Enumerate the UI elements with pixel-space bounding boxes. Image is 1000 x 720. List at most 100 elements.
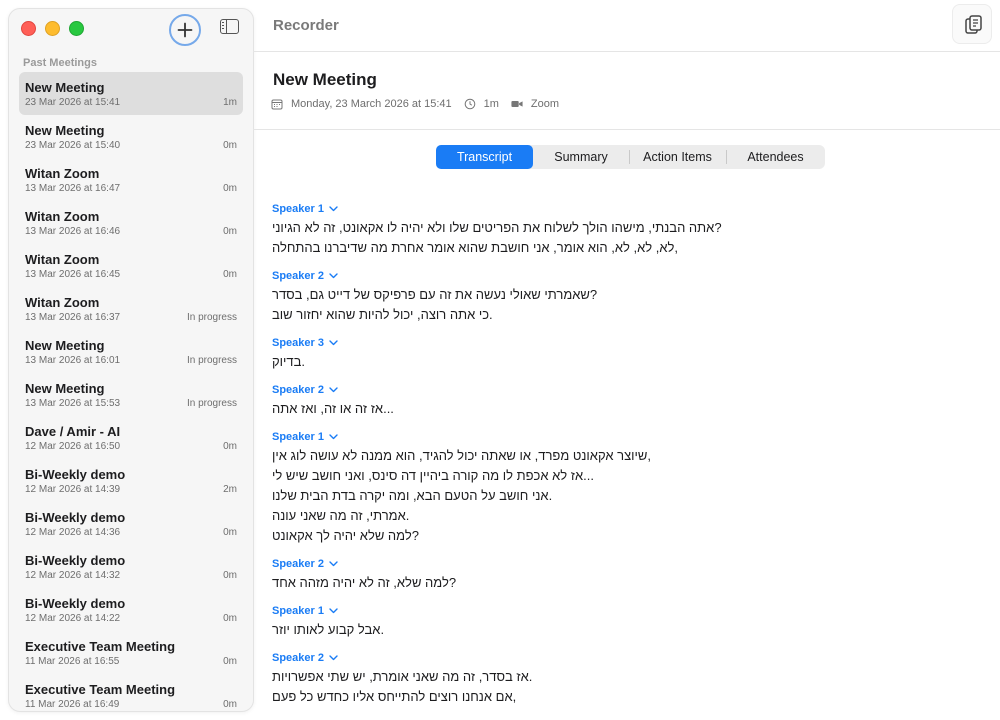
- tab-action-items[interactable]: Action Items: [629, 145, 726, 169]
- copy-button[interactable]: [952, 4, 992, 44]
- meeting-meta: Monday, 23 March 2026 at 15:41 1m Zoom: [271, 98, 571, 110]
- transcript-segment: Speaker 1 שיוצר אקאונט מפרד, או שאתה יכול…: [272, 428, 722, 546]
- meeting-item-date: 11 Mar 2026 at 16:55: [25, 656, 120, 667]
- speaker-dropdown[interactable]: Speaker 1: [272, 200, 722, 218]
- tab-attendees[interactable]: Attendees: [726, 145, 825, 169]
- meeting-list-item[interactable]: Witan Zoom 13 Mar 2026 at 16:37 In progres…: [19, 287, 243, 330]
- meeting-title: New Meeting: [273, 70, 377, 89]
- transcript-line: אז זה או זה, ואז אתה...: [272, 401, 394, 416]
- meeting-item-date: 12 Mar 2026 at 14:22: [25, 613, 121, 624]
- transcript-line: אם אנחנו רוצים להתייחס אליו כחדש כל פעם,: [272, 689, 517, 704]
- meeting-list-item[interactable]: Witan Zoom 13 Mar 2026 at 16:47 0m: [19, 158, 243, 201]
- chevron-down-icon: [329, 655, 338, 661]
- meeting-item-duration: 0m: [223, 699, 237, 710]
- meeting-item-date: 12 Mar 2026 at 14:32: [25, 570, 121, 581]
- speaker-label: Speaker 2: [272, 270, 324, 282]
- meeting-list-item[interactable]: Executive Team Meeting 11 Mar 2026 at 16:…: [19, 631, 243, 674]
- meeting-item-duration: 0m: [223, 656, 237, 667]
- clock-icon: [464, 98, 476, 110]
- sidebar: Past Meetings New Meeting 23 Mar 2026 at …: [8, 8, 254, 712]
- meeting-list-item[interactable]: Bi-Weekly demo 12 Mar 2026 at 14:32 0m: [19, 545, 243, 588]
- meeting-list-item[interactable]: Bi-Weekly demo 12 Mar 2026 at 14:36 0m: [19, 502, 243, 545]
- meeting-item-duration: 0m: [223, 226, 237, 237]
- meeting-duration: 1m: [483, 98, 499, 110]
- meeting-item-date: 12 Mar 2026 at 16:50: [25, 441, 121, 452]
- meeting-item-date: 13 Mar 2026 at 16:01: [25, 355, 121, 366]
- transcript-segment: Speaker 2 שאמרתי שאולי נעשה את זה עם פרפי…: [272, 267, 722, 325]
- speaker-dropdown[interactable]: Speaker 1: [272, 428, 722, 446]
- calendar-icon: [271, 98, 283, 110]
- meeting-list-item[interactable]: New Meeting 23 Mar 2026 at 15:41 1m: [19, 72, 243, 115]
- speaker-dropdown[interactable]: Speaker 2: [272, 267, 722, 285]
- speaker-dropdown[interactable]: Speaker 2: [272, 381, 722, 399]
- meeting-list-item[interactable]: Dave / Amir - AI 12 Mar 2026 at 16:50 0m: [19, 416, 243, 459]
- transcript: Speaker 1 אתה הבנתי, מישהו הולך לשלוח את …: [272, 200, 722, 716]
- meeting-item-title: Witan Zoom: [25, 209, 100, 224]
- close-window-button[interactable]: [21, 21, 36, 36]
- zoom-window-button[interactable]: [69, 21, 84, 36]
- meeting-list-item[interactable]: New Meeting 13 Mar 2026 at 15:53 In progre…: [19, 373, 243, 416]
- meeting-item-title: New Meeting: [25, 80, 105, 95]
- meeting-item-duration: 0m: [223, 183, 237, 194]
- meeting-item-title: Bi-Weekly demo: [25, 510, 126, 525]
- meeting-list-item[interactable]: New Meeting 23 Mar 2026 at 15:40 0m: [19, 115, 243, 158]
- meeting-item-duration: 2m: [223, 484, 237, 495]
- transcript-line: שאמרתי שאולי נעשה את זה עם פרפיקס של דיי…: [272, 287, 598, 302]
- transcript-line: למה שלא, זה לא יהיה מזהה אחד?: [272, 575, 457, 590]
- transcript-line: למה שלא יהיה לך אקאונט?: [272, 528, 419, 543]
- meeting-item-title: Bi-Weekly demo: [25, 596, 126, 611]
- meeting-list-item[interactable]: Witan Zoom 13 Mar 2026 at 16:46 0m: [19, 201, 243, 244]
- transcript-line: אתה הבנתי, מישהו הולך לשלוח את הפריטים ש…: [272, 220, 722, 235]
- plus-icon: [177, 22, 193, 38]
- meeting-list-item[interactable]: Bi-Weekly demo 12 Mar 2026 at 14:22 0m: [19, 588, 243, 631]
- speaker-dropdown[interactable]: Speaker 3: [272, 334, 722, 352]
- meeting-item-date: 12 Mar 2026 at 14:39: [25, 484, 121, 495]
- meeting-list: New Meeting 23 Mar 2026 at 15:41 1m New Mee…: [19, 72, 243, 711]
- transcript-line: שיוצר אקאונט מפרד, או שאתה יכול להגיד, ה…: [272, 448, 652, 463]
- speaker-dropdown[interactable]: Speaker 2: [272, 649, 722, 667]
- meeting-item-duration: 1m: [223, 97, 237, 108]
- meeting-item-date: 13 Mar 2026 at 15:53: [25, 398, 121, 409]
- sidebar-toggle-icon[interactable]: [220, 19, 239, 34]
- speaker-label: Speaker 1: [272, 605, 324, 617]
- meeting-date: Monday, 23 March 2026 at 15:41: [291, 98, 452, 110]
- tab-summary[interactable]: Summary: [533, 145, 629, 169]
- app-title: Recorder: [273, 17, 339, 34]
- meeting-list-item[interactable]: Witan Zoom 13 Mar 2026 at 16:45 0m: [19, 244, 243, 287]
- transcript-line: לא, לא, לא, הוא אומר, אני חושבת שהוא אומ…: [272, 240, 679, 255]
- transcript-segment: Speaker 3 בדיוק.: [272, 334, 722, 372]
- meeting-item-date: 12 Mar 2026 at 14:36: [25, 527, 121, 538]
- minimize-window-button[interactable]: [45, 21, 60, 36]
- meeting-item-title: New Meeting: [25, 381, 105, 396]
- meeting-item-title: New Meeting: [25, 338, 105, 353]
- meeting-item-duration: 0m: [223, 269, 237, 280]
- transcript-segment: Speaker 2 אז זה או זה, ואז אתה...: [272, 381, 722, 419]
- new-meeting-button[interactable]: [169, 14, 201, 46]
- meeting-list-item[interactable]: Bi-Weekly demo 12 Mar 2026 at 14:39 2m: [19, 459, 243, 502]
- meeting-header: New Meeting Monday, 23 March 2026 at 15:…: [253, 52, 1000, 130]
- window-controls: [21, 21, 84, 36]
- tab-transcript[interactable]: Transcript: [436, 145, 533, 169]
- chevron-down-icon: [329, 273, 338, 279]
- transcript-line: אמרתי, זה מה שאני עונה.: [272, 508, 410, 523]
- speaker-dropdown[interactable]: Speaker 1: [272, 602, 722, 620]
- speaker-label: Speaker 1: [272, 203, 324, 215]
- meeting-item-date: 13 Mar 2026 at 16:47: [25, 183, 121, 194]
- meeting-item-date: 23 Mar 2026 at 15:41: [25, 97, 121, 108]
- transcript-segment: Speaker 1 אתה הבנתי, מישהו הולך לשלוח את …: [272, 200, 722, 258]
- meeting-list-item[interactable]: New Meeting 13 Mar 2026 at 16:01 In progre…: [19, 330, 243, 373]
- speaker-dropdown[interactable]: Speaker 2: [272, 555, 722, 573]
- chevron-down-icon: [329, 434, 338, 440]
- speaker-label: Speaker 2: [272, 384, 324, 396]
- section-header: Past Meetings: [23, 57, 97, 69]
- transcript-line: בדיוק.: [272, 354, 306, 369]
- toolbar: Recorder: [253, 0, 1000, 52]
- meeting-platform: Zoom: [530, 98, 560, 110]
- meeting-item-date: 23 Mar 2026 at 15:40: [25, 140, 121, 151]
- meeting-item-duration: In progress: [186, 355, 237, 366]
- meeting-list-item[interactable]: Executive Team Meeting 11 Mar 2026 at 16:…: [19, 674, 243, 711]
- speaker-label: Speaker 2: [272, 558, 324, 570]
- meeting-item-date: 13 Mar 2026 at 16:45: [25, 269, 121, 280]
- meeting-item-title: Executive Team Meeting: [25, 682, 176, 697]
- meeting-item-date: 13 Mar 2026 at 16:37: [25, 312, 121, 323]
